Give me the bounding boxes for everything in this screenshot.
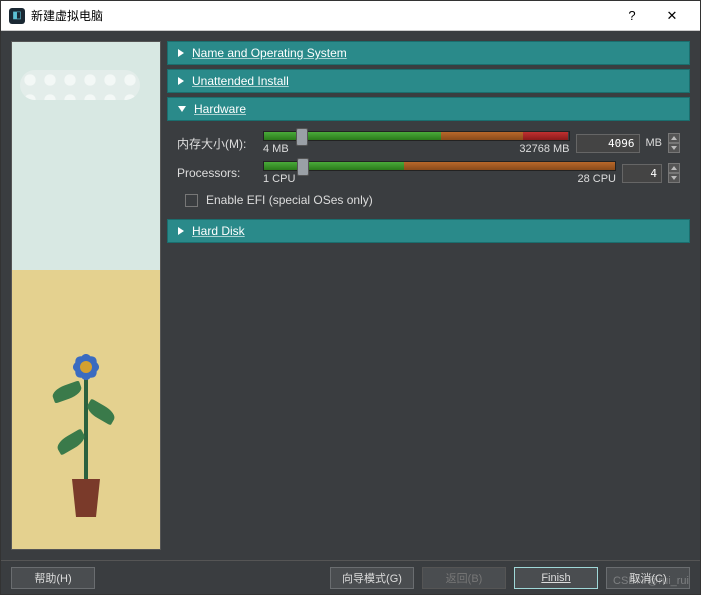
section-label: Hardware bbox=[194, 102, 246, 116]
help-button[interactable]: ? bbox=[612, 2, 652, 30]
section-name-os[interactable]: Name and Operating System bbox=[167, 41, 690, 65]
memory-min: 4 MB bbox=[263, 143, 289, 155]
cancel-button[interactable]: 取消(C) bbox=[606, 567, 690, 589]
efi-checkbox[interactable] bbox=[185, 194, 198, 207]
processors-min: 1 CPU bbox=[263, 173, 295, 185]
section-label: Name and Operating System bbox=[192, 46, 347, 60]
processors-label: Processors: bbox=[177, 166, 257, 180]
titlebar: ◧ 新建虚拟电脑 ? ✕ bbox=[1, 1, 700, 31]
footer: 帮助(H) 向导模式(G) 返回(B) Finish 取消(C) bbox=[1, 560, 700, 594]
body-area: Name and Operating System Unattended Ins… bbox=[1, 31, 700, 560]
close-button[interactable]: ✕ bbox=[652, 2, 692, 30]
processors-spinner[interactable] bbox=[668, 163, 680, 183]
memory-unit: MB bbox=[646, 137, 663, 149]
memory-max: 32768 MB bbox=[519, 143, 569, 155]
app-icon: ◧ bbox=[9, 8, 25, 24]
memory-spinner[interactable] bbox=[668, 133, 680, 153]
efi-row[interactable]: Enable EFI (special OSes only) bbox=[177, 193, 680, 207]
processors-slider[interactable]: 1 CPU 28 CPU bbox=[263, 161, 616, 185]
hardware-body: 内存大小(M): 4 MB 32768 MB bbox=[167, 125, 690, 215]
section-hardware[interactable]: Hardware bbox=[167, 97, 690, 121]
chevron-right-icon bbox=[178, 77, 184, 85]
sidebar-illustration bbox=[11, 41, 161, 550]
efi-label: Enable EFI (special OSes only) bbox=[206, 193, 373, 207]
processors-value-input[interactable] bbox=[622, 164, 662, 183]
chevron-right-icon bbox=[178, 49, 184, 57]
back-button: 返回(B) bbox=[422, 567, 506, 589]
memory-thumb[interactable] bbox=[296, 128, 308, 146]
help-button[interactable]: 帮助(H) bbox=[11, 567, 95, 589]
window-title: 新建虚拟电脑 bbox=[31, 7, 612, 24]
memory-slider[interactable]: 4 MB 32768 MB bbox=[263, 131, 570, 155]
memory-label: 内存大小(M): bbox=[177, 135, 257, 152]
main-panel: Name and Operating System Unattended Ins… bbox=[167, 41, 690, 550]
processors-max: 28 CPU bbox=[577, 173, 616, 185]
memory-value-input[interactable] bbox=[576, 134, 640, 153]
wizard-window: ◧ 新建虚拟电脑 ? ✕ bbox=[0, 0, 701, 595]
section-hard-disk[interactable]: Hard Disk bbox=[167, 219, 690, 243]
section-label: Hard Disk bbox=[192, 224, 245, 238]
processors-thumb[interactable] bbox=[297, 158, 309, 176]
section-label: Unattended Install bbox=[192, 74, 289, 88]
finish-button[interactable]: Finish bbox=[514, 567, 598, 589]
section-unattended[interactable]: Unattended Install bbox=[167, 69, 690, 93]
memory-row: 内存大小(M): 4 MB 32768 MB bbox=[177, 131, 680, 155]
chevron-right-icon bbox=[178, 227, 184, 235]
guided-mode-button[interactable]: 向导模式(G) bbox=[330, 567, 414, 589]
processors-row: Processors: 1 CPU 28 CPU bbox=[177, 161, 680, 185]
chevron-down-icon bbox=[178, 106, 186, 112]
